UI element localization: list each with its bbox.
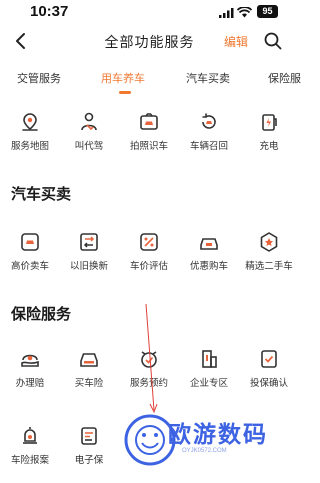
annotation-arrow-icon	[145, 303, 158, 414]
